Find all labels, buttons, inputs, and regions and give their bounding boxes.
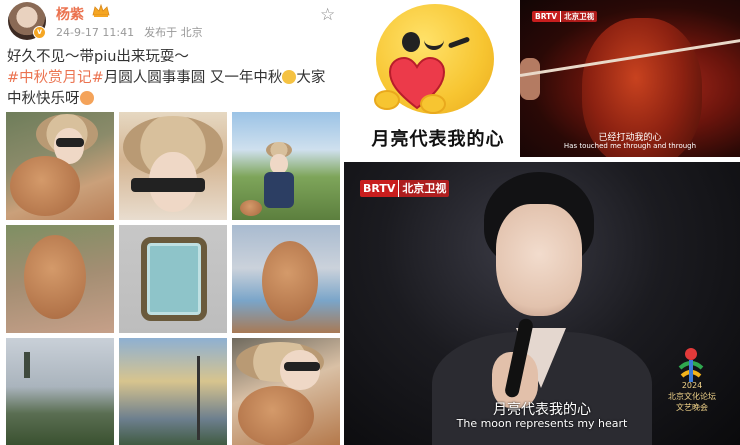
photo-7[interactable] xyxy=(6,338,114,445)
weibo-post: v 杨紫 24-9-17 11:41 发布于 北京 ☆ 好久不见～带piu出来玩耍… xyxy=(0,0,343,445)
person-body-shape xyxy=(264,172,294,208)
favorite-star-icon[interactable]: ☆ xyxy=(320,5,335,25)
pagoda-shape xyxy=(24,352,30,378)
post-text: 好久不见～带piu出来玩耍～ #中秋赏月记#月圆人圆事事圆 又一年中秋 大家 中秋… xyxy=(7,47,341,110)
composite-screenshot: v 杨紫 24-9-17 11:41 发布于 北京 ☆ 好久不见～带piu出来玩耍… xyxy=(0,0,740,445)
festival-logo-icon xyxy=(678,348,704,382)
violin-video-frame: BRTV 北京卫视 已经打动我的心 Has touched me through … xyxy=(520,0,740,157)
photo-grid xyxy=(6,112,340,445)
hand-shape xyxy=(520,58,540,100)
dog-shape xyxy=(24,235,86,319)
photo-4[interactable] xyxy=(6,225,114,333)
post-date: 24-9-17 11:41 xyxy=(56,26,135,39)
vip-crown-icon xyxy=(92,4,110,17)
sticker-eye xyxy=(402,32,420,52)
topic-link[interactable]: #中秋赏月记# xyxy=(7,70,104,86)
subtitle-chinese: 月亮代表我的心 xyxy=(493,402,591,418)
post-text-line-3: 中秋快乐呀 xyxy=(7,89,341,110)
post-location: 发布于 北京 xyxy=(144,26,203,39)
sunglasses-shape xyxy=(284,362,320,371)
singer-face-shape xyxy=(496,204,582,316)
post-text-line-2-tail: 大家 xyxy=(296,70,326,86)
dog-shape xyxy=(10,156,80,216)
sunglasses-shape xyxy=(131,178,205,192)
emoji-sticker: 月亮代表我的心 xyxy=(358,4,518,157)
mooncake-shape xyxy=(141,237,207,321)
photo-9[interactable] xyxy=(232,338,340,445)
photo-5[interactable] xyxy=(119,225,227,333)
sticker-caption: 月亮代表我的心 xyxy=(371,129,505,150)
subtitle-english: Has touched me through and through xyxy=(563,142,697,150)
post-text-line-2-rest: 月圆人圆事事圆 又一年中秋 xyxy=(103,70,283,86)
sunglasses-shape xyxy=(56,138,84,147)
dog-shape xyxy=(238,386,314,445)
photo-2[interactable] xyxy=(119,112,227,220)
brtv-logo: BRTV 北京卫视 xyxy=(360,180,450,197)
post-text-line-2: #中秋赏月记#月圆人圆事事圆 又一年中秋 大家 xyxy=(7,68,341,89)
dog-shape xyxy=(240,200,262,216)
verified-badge-icon: v xyxy=(33,26,46,39)
post-text-line-1: 好久不见～带piu出来玩耍～ xyxy=(7,49,189,65)
photo-6[interactable] xyxy=(232,225,340,333)
love-emoji-icon xyxy=(79,91,94,105)
post-meta: 24-9-17 11:41 发布于 北京 xyxy=(56,24,203,40)
brtv-logo: BRTV 北京卫视 xyxy=(532,11,598,22)
username[interactable]: 杨紫 xyxy=(56,4,84,24)
photo-3[interactable] xyxy=(232,112,340,220)
dog-shape xyxy=(262,241,318,321)
lamp-post-shape xyxy=(197,356,200,440)
photo-8[interactable] xyxy=(119,338,227,445)
stage-video-frame: BRTV 北京卫视 2024 北京文化论坛 文艺晚会 月亮代表我的心 The mo… xyxy=(344,162,740,445)
moon-emoji-icon xyxy=(282,70,297,84)
photo-1[interactable] xyxy=(6,112,114,220)
sticker-hand-left xyxy=(374,90,400,110)
sticker-hand-right xyxy=(420,94,446,114)
face-shape xyxy=(270,154,288,174)
subtitle-english: The moon represents my heart xyxy=(456,417,628,430)
